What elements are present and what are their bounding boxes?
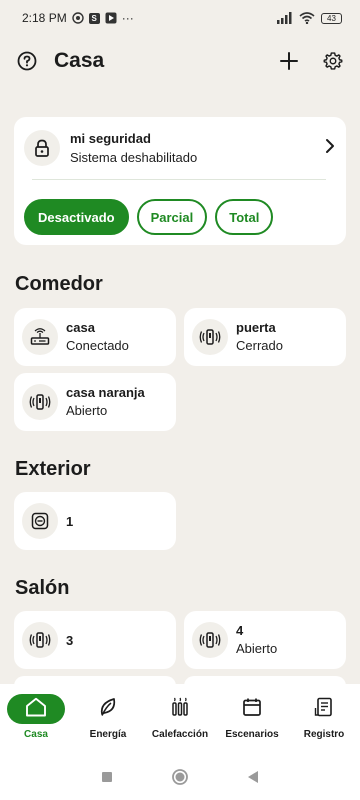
nav-label: Energía [89, 729, 127, 740]
status-bar: 2:18 PM S ··· 43 [0, 0, 360, 36]
security-card: mi seguridad Sistema deshabilitado Desac… [14, 117, 346, 245]
device-status: Abierto [66, 403, 108, 418]
device-card-puerta[interactable]: puerta Cerrado [184, 308, 346, 366]
device-name: 4 [236, 623, 244, 638]
lock-icon [24, 130, 60, 166]
router-icon [22, 319, 58, 355]
chevron-right-icon[interactable] [324, 138, 336, 159]
door-sensor-icon [192, 622, 228, 658]
nav-label: Registro [303, 729, 345, 740]
mode-parcial-button[interactable]: Parcial [136, 199, 208, 235]
calendar-icon [242, 697, 262, 722]
device-name: puerta [236, 320, 276, 335]
device-status: Abierto [236, 641, 278, 656]
signal-icon [277, 12, 293, 24]
device-name: 1 [66, 513, 74, 529]
device-name: casa naranja [66, 385, 145, 400]
divider [32, 179, 326, 180]
device-card-casa-naranja[interactable]: casa naranja Abierto [14, 373, 176, 431]
settings-icon[interactable] [322, 50, 344, 72]
wifi-icon [299, 12, 315, 24]
door-sensor-icon [22, 384, 58, 420]
nav-item-casa[interactable]: Casa [1, 694, 71, 754]
security-name: mi seguridad [70, 130, 151, 146]
device-name: casa [66, 320, 95, 335]
nav-label: Calefacción [151, 729, 209, 740]
add-icon[interactable] [278, 50, 300, 72]
home-icon [25, 697, 47, 722]
nav-item-escenarios[interactable]: Escenarios [217, 694, 287, 754]
security-status: Sistema deshabilitado [70, 149, 198, 165]
s-app-icon: S [88, 12, 100, 24]
device-card-3[interactable]: 3 [14, 611, 176, 669]
nav-item-registro[interactable]: Registro [289, 694, 359, 754]
nav-label: Escenarios [225, 729, 279, 740]
device-card-1[interactable]: 1 [14, 492, 176, 550]
leaf-icon [99, 697, 117, 722]
help-icon[interactable] [16, 50, 38, 72]
home-system-icon[interactable] [168, 765, 192, 789]
status-time: 2:18 PM [22, 11, 67, 25]
nav-item-energia[interactable]: Energía [73, 694, 143, 754]
recents-icon[interactable] [95, 765, 119, 789]
security-mode-group: Desactivado Parcial Total [24, 199, 336, 235]
media-icon [105, 12, 117, 24]
mode-desactivado-button[interactable]: Desactivado [24, 199, 129, 235]
radiator-icon [170, 697, 190, 722]
section-title-salon: Salón [15, 577, 70, 599]
log-icon [314, 697, 334, 722]
device-status: Conectado [66, 338, 129, 353]
door-sensor-icon [192, 319, 228, 355]
security-row[interactable]: mi seguridad Sistema deshabilitado [24, 117, 336, 179]
bottom-navigation: Casa Energía Calefacción Escenarios Regi… [0, 684, 360, 754]
recording-icon [72, 12, 84, 24]
back-icon[interactable] [241, 765, 265, 789]
plug-icon [22, 503, 58, 539]
app-header: Casa [0, 44, 360, 78]
device-card-4[interactable]: 4 Abierto [184, 611, 346, 669]
section-title-exterior: Exterior [15, 458, 91, 480]
page-title: Casa [54, 49, 105, 72]
status-more: ··· [121, 11, 134, 25]
section-title-comedor: Comedor [15, 273, 103, 295]
device-card-casa[interactable]: casa Conectado [14, 308, 176, 366]
device-status: Cerrado [236, 338, 283, 353]
nav-item-calefaccion[interactable]: Calefacción [145, 694, 215, 754]
battery-icon: 43 [321, 12, 342, 24]
device-name: 3 [66, 632, 74, 648]
mode-total-button[interactable]: Total [215, 199, 274, 235]
system-navigation [0, 754, 360, 800]
nav-label: Casa [24, 729, 48, 740]
door-sensor-icon [22, 622, 58, 658]
